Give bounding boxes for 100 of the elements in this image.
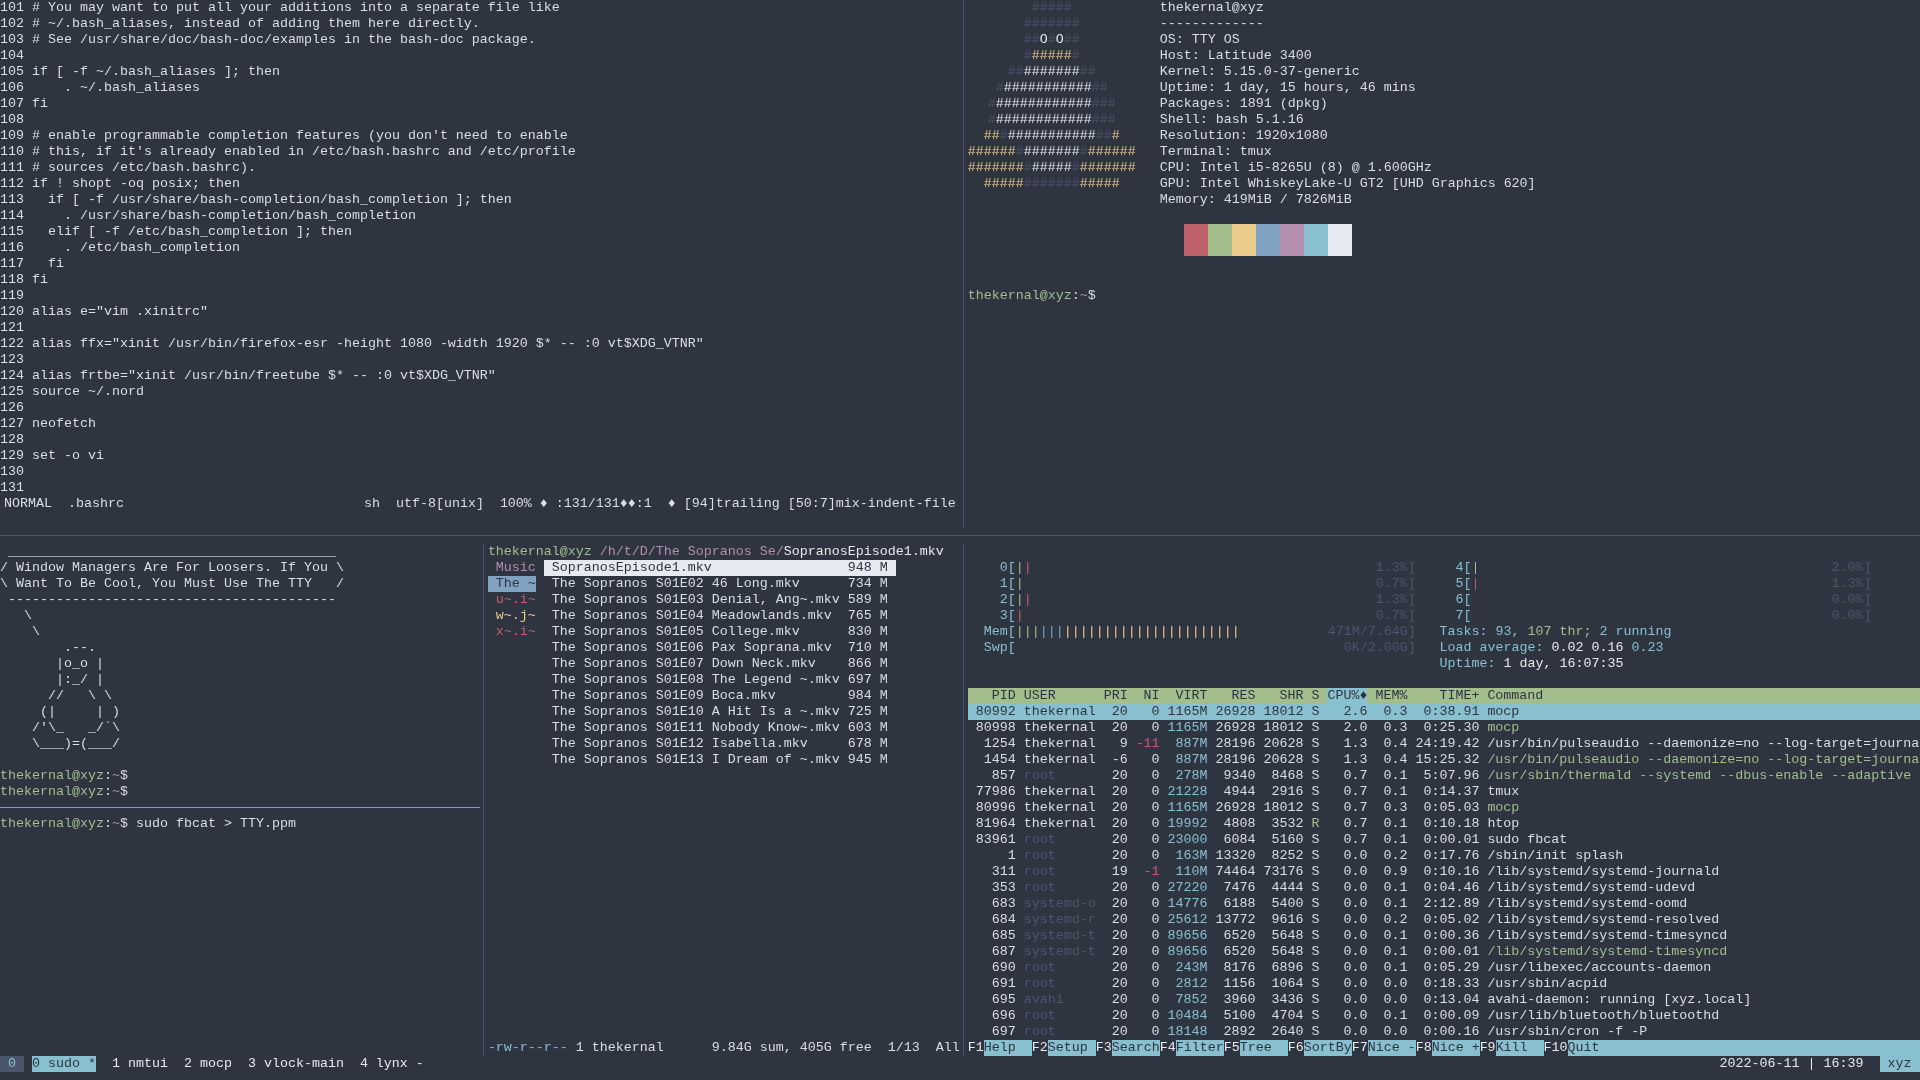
table-cell: S <box>1311 1024 1320 1040</box>
ascii-art-line: |o_o | <box>55 656 105 672</box>
table-cell-text: 0.7 <box>1342 816 1368 832</box>
process-row[interactable]: 81964 thekernal 20 0 19992 4808 3532 R 0.7 0.1 0:10.18 htop <box>967 816 1920 832</box>
function-key[interactable]: F5Tree <box>1223 1040 1288 1056</box>
file-item[interactable]: The Sopranos S01E05 College.mkv 830 M <box>543 624 896 640</box>
table-cell-text: 20 <box>1110 912 1128 928</box>
window-tab[interactable]: 0 sudo * <box>31 1056 96 1072</box>
process-row[interactable]: 80992 thekernal 20 0 1165M 26928 18012 S 2.6 0.3 0:38.91 mocp <box>967 704 1920 720</box>
line-number: 122 <box>0 336 24 352</box>
code-line: if [ -f /usr/share/bash-completion/bash_completion ]; then <box>46 192 512 208</box>
file-item[interactable]: The Sopranos S01E07 Down Neck.mkv 866 M <box>543 656 896 672</box>
function-key[interactable]: F3Search <box>1095 1040 1160 1056</box>
process-row[interactable]: 80998 thekernal 20 0 1165M 26928 18012 S 2.0 0.3 0:25.30 mocp <box>967 720 1920 736</box>
code-line: set -o vi <box>31 448 104 464</box>
table-cell-text: 0.2 <box>1382 912 1408 928</box>
file-item[interactable]: The Sopranos S01E06 Pax Soprana.mkv 710 M <box>543 640 896 656</box>
function-key[interactable]: F4Filter <box>1159 1040 1224 1056</box>
table-cell: 73176 <box>1263 864 1304 880</box>
file-item[interactable]: The Sopranos S01E10 A Hit Is a ~.mkv 725 M <box>543 704 896 720</box>
table-cell-text: 0.0 <box>1342 864 1368 880</box>
function-key[interactable]: F8Nice + <box>1415 1040 1480 1056</box>
file-item[interactable]: The Sopranos S01E09 Boca.mkv 984 M <box>543 688 896 704</box>
table-cell-text: 0.0 <box>1382 1024 1408 1040</box>
file-name: The Sopranos S01E05 College.mkv <box>551 624 800 640</box>
table-cell: 19992 <box>1167 816 1208 832</box>
table-cell: thekernal <box>1023 784 1096 800</box>
column-header[interactable]: VIRT <box>1167 688 1208 704</box>
table-cell: S <box>1311 736 1320 752</box>
window-tab[interactable]: 3 vlock-main <box>247 1056 344 1072</box>
file-type: sh <box>363 496 380 512</box>
table-cell-text: 6520 <box>1222 944 1256 960</box>
window-tab[interactable]: 4 lynx - <box>359 1056 424 1072</box>
process-row[interactable]: 77986 thekernal 20 0 21228 4944 2916 S 0.7 0.1 0:14.37 tmux <box>967 784 1920 800</box>
file-item[interactable]: The Sopranos S01E13 I Dream of ~.mkv 945 M <box>543 752 896 768</box>
file-name: The Sopranos S01E09 Boca.mkv <box>551 688 776 704</box>
file-name: The Sopranos S01E10 A Hit Is a ~.mkv <box>551 704 840 720</box>
function-key[interactable]: F9Kill <box>1479 1040 1544 1056</box>
table-cell-text: 690 <box>990 960 1016 976</box>
window-tab[interactable]: 1 nmtui <box>111 1056 168 1072</box>
file-name: The Sopranos S01E02 46 Long.mkv <box>551 576 800 592</box>
function-key[interactable]: F10Quit <box>1543 1040 1616 1056</box>
process-row[interactable]: 1254 thekernal 9 -11 887M 28196 20628 S 1.3 0.4 24:19.42 /usr/bin/pulseaudio --daemonize=no --log-target=journa <box>967 736 1920 752</box>
table-cell: 80998 <box>975 720 1016 736</box>
column-header[interactable]: PRI <box>1103 688 1128 704</box>
column-header[interactable]: USER <box>1023 688 1096 704</box>
table-cell-text: 0:10.18 <box>1422 816 1480 832</box>
column-header[interactable]: RES <box>1215 688 1256 704</box>
table-cell-text: /sbin/init splash <box>1487 848 1625 864</box>
file-item[interactable]: The Sopranos S01E11 Nobody Know~.mkv 603 M <box>543 720 896 736</box>
column-header[interactable]: CPU%♦ <box>1327 688 1368 704</box>
column-header[interactable]: NI <box>1135 688 1160 704</box>
info-line: ------------- <box>1159 16 1265 32</box>
line-number: 104 <box>0 48 24 64</box>
file-item[interactable]: The Sopranos S01E03 Denial, Ang~.mkv 589 M <box>543 592 896 608</box>
scroll-position: All <box>935 1040 960 1056</box>
function-key[interactable]: F1Help <box>967 1040 1032 1056</box>
table-cell-text: 0:18.33 <box>1422 976 1480 992</box>
table-cell-text: 0 <box>1150 784 1160 800</box>
table-cell-text: 0.0 <box>1342 1008 1368 1024</box>
ascii-art-line: / Window Managers Are For Loosers. If You \ <box>0 560 345 576</box>
column-header[interactable]: MEM% <box>1375 688 1408 704</box>
table-cell-text: 3532 <box>1270 816 1304 832</box>
directory-item[interactable]: Music <box>487 560 536 576</box>
process-row[interactable]: 1454 thekernal -6 0 887M 28196 20628 S 1.3 0.4 15:25.32 /usr/bin/pulseaudio --daemonize=no --log-target=journa <box>967 752 1920 768</box>
window-tab[interactable]: 2 mocp <box>183 1056 232 1072</box>
meter-bar-text: |||||||||||||||||||||||||||| <box>1015 624 1240 639</box>
table-cell-text: 887M <box>1174 736 1208 752</box>
table-cell: /usr/bin/pulseaudio --daemonize=no --log-target=journa <box>1487 752 1920 768</box>
line-number: 125 <box>0 384 24 400</box>
directory-item[interactable]: The ~ <box>487 576 536 592</box>
table-cell-text: 691 <box>990 976 1016 992</box>
table-cell-text: 0:10.16 <box>1422 864 1480 880</box>
column-header[interactable]: TIME+ <box>1415 688 1480 704</box>
function-key[interactable]: F6SortBy <box>1287 1040 1352 1056</box>
table-cell-text: tmux <box>1487 784 1521 800</box>
column-header[interactable]: Command <box>1487 688 1920 704</box>
table-cell-text: 7476 <box>1222 880 1256 896</box>
file-item[interactable]: The Sopranos S01E02 46 Long.mkv 734 M <box>543 576 896 592</box>
function-key[interactable]: F7Nice - <box>1351 1040 1416 1056</box>
process-row[interactable]: 80996 thekernal 20 0 1165M 26928 18012 S 0.7 0.3 0:05.03 mocp <box>967 800 1920 816</box>
column-header[interactable]: PID <box>975 688 1016 704</box>
function-key[interactable]: F2Setup <box>1031 1040 1096 1056</box>
warning-text: ♦ [94]trailing [50:7]mix-indent-file <box>667 496 956 512</box>
table-cell: 89656 <box>1167 928 1208 944</box>
table-cell-text: 696 <box>990 1008 1016 1024</box>
line-number: 123 <box>0 352 24 368</box>
line-number: 112 <box>0 176 24 192</box>
file-item[interactable]: SopranosEpisode1.mkv 948 M <box>543 560 896 576</box>
ascii-art-line: ----------------------------------------- <box>7 592 337 608</box>
file-item[interactable]: The Sopranos S01E12 Isabella.mkv 678 M <box>543 736 896 752</box>
file-item[interactable]: The Sopranos S01E08 The Legend ~.mkv 697 M <box>543 672 896 688</box>
file-item[interactable]: The Sopranos S01E04 Meadowlands.mkv 765 M <box>543 608 896 624</box>
meter-label: Swp[ <box>982 640 1016 656</box>
code-line: alias e="vim .xinitrc" <box>31 304 208 320</box>
column-header[interactable]: S <box>1311 688 1320 704</box>
meter-bar-text: | <box>1015 576 1024 591</box>
column-header[interactable]: SHR <box>1263 688 1304 704</box>
directory-item[interactable]: w~.j~ <box>487 608 536 624</box>
line-number: 103 <box>0 32 24 48</box>
